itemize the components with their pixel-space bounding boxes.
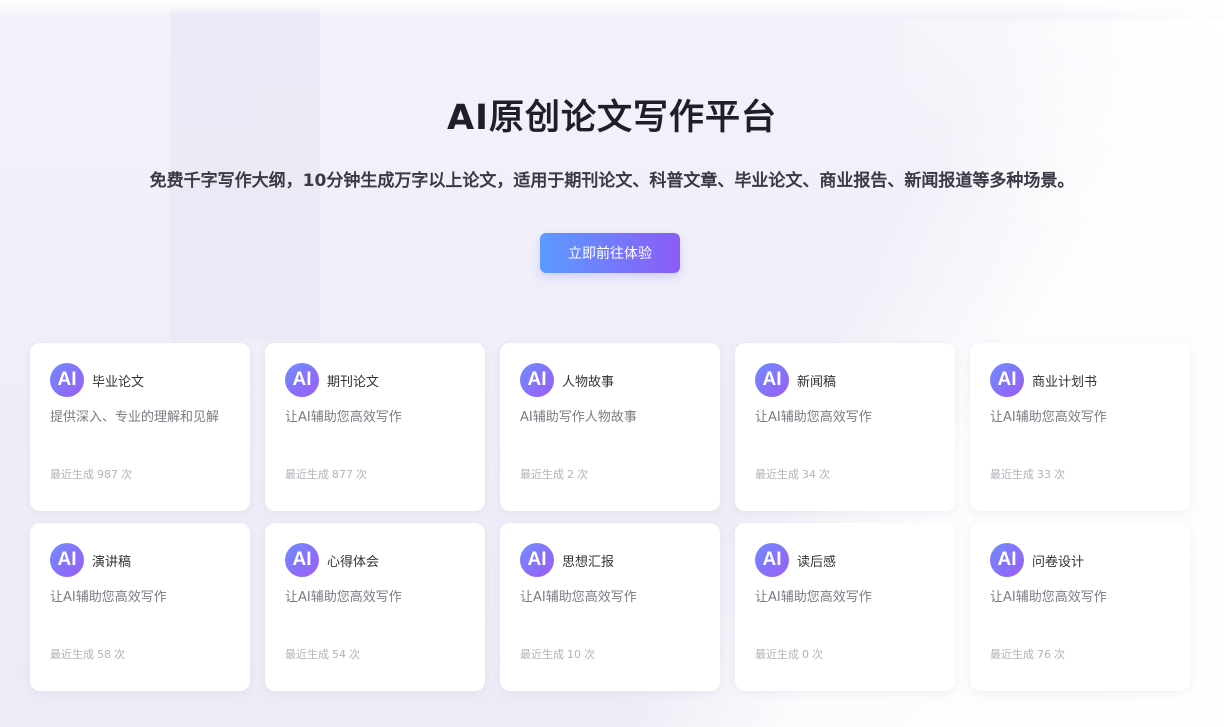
ai-badge-icon: AI (285, 363, 319, 397)
ai-badge-icon: AI (520, 543, 554, 577)
card-header: AI 期刊论文 (285, 363, 469, 397)
card-description: 让AI辅助您高效写作 (285, 410, 402, 425)
card-header: AI 思想汇报 (520, 543, 704, 577)
count-prefix: 最近生成 (50, 648, 94, 661)
card-header: AI 读后感 (755, 543, 939, 577)
count-number: 877 (332, 468, 353, 481)
card-title: 演讲稿 (92, 554, 132, 570)
count-suffix: 次 (812, 648, 823, 661)
ai-badge-icon: AI (520, 363, 554, 397)
count-suffix: 次 (349, 648, 360, 661)
card-description: AI辅助写作人物故事 (520, 410, 637, 425)
card-description: 让AI辅助您高效写作 (285, 590, 402, 605)
count-suffix: 次 (819, 468, 830, 481)
card-press-release[interactable]: AI 新闻稿 让AI辅助您高效写作 最近生成 34 次 (735, 343, 955, 511)
card-usage-count: 最近生成 10 次 (520, 646, 595, 662)
ai-badge-icon: AI (50, 363, 84, 397)
card-header: AI 人物故事 (520, 363, 704, 397)
card-usage-count: 最近生成 0 次 (755, 646, 823, 662)
page-title: AI原创论文写作平台 (446, 98, 778, 138)
page-subtitle: 免费千字写作大纲，10分钟生成万字以上论文，适用于期刊论文、科普文章、毕业论文、… (149, 171, 1075, 191)
count-number: 987 (97, 468, 118, 481)
card-header: AI 问卷设计 (990, 543, 1174, 577)
card-usage-count: 最近生成 987 次 (50, 466, 132, 482)
card-title: 问卷设计 (1032, 554, 1085, 570)
count-suffix: 次 (1054, 468, 1065, 481)
card-description: 让AI辅助您高效写作 (755, 590, 872, 605)
count-prefix: 最近生成 (520, 648, 564, 661)
count-suffix: 次 (584, 648, 595, 661)
card-speech-draft[interactable]: AI 演讲稿 让AI辅助您高效写作 最近生成 58 次 (30, 523, 250, 691)
card-header: AI 新闻稿 (755, 363, 939, 397)
count-prefix: 最近生成 (50, 468, 94, 481)
top-bar (0, 0, 1224, 14)
card-header: AI 心得体会 (285, 543, 469, 577)
count-prefix: 最近生成 (520, 468, 564, 481)
count-suffix: 次 (1054, 648, 1065, 661)
count-suffix: 次 (121, 468, 132, 481)
card-business-plan[interactable]: AI 商业计划书 让AI辅助您高效写作 最近生成 33 次 (970, 343, 1190, 511)
ai-badge-icon: AI (990, 543, 1024, 577)
card-description: 让AI辅助您高效写作 (990, 590, 1107, 605)
card-title: 人物故事 (562, 374, 615, 390)
card-usage-count: 最近生成 54 次 (285, 646, 360, 662)
card-description: 提供深入、专业的理解和见解 (50, 410, 220, 425)
card-description: 让AI辅助您高效写作 (990, 410, 1107, 425)
count-prefix: 最近生成 (285, 468, 329, 481)
card-character-story[interactable]: AI 人物故事 AI辅助写作人物故事 最近生成 2 次 (500, 343, 720, 511)
count-suffix: 次 (114, 648, 125, 661)
card-description: 让AI辅助您高效写作 (520, 590, 637, 605)
count-number: 34 (802, 468, 816, 481)
card-title: 思想汇报 (562, 554, 615, 570)
count-suffix: 次 (577, 468, 588, 481)
ai-badge-icon: AI (755, 363, 789, 397)
card-ideological-report[interactable]: AI 思想汇报 让AI辅助您高效写作 最近生成 10 次 (500, 523, 720, 691)
card-usage-count: 最近生成 76 次 (990, 646, 1065, 662)
card-header: AI 演讲稿 (50, 543, 234, 577)
card-description: 让AI辅助您高效写作 (755, 410, 872, 425)
card-header: AI 商业计划书 (990, 363, 1174, 397)
card-description: 让AI辅助您高效写作 (50, 590, 167, 605)
ai-badge-icon: AI (285, 543, 319, 577)
card-journal-paper[interactable]: AI 期刊论文 让AI辅助您高效写作 最近生成 877 次 (265, 343, 485, 511)
card-usage-count: 最近生成 34 次 (755, 466, 830, 482)
card-title: 期刊论文 (327, 374, 380, 390)
count-number: 33 (1037, 468, 1051, 481)
card-usage-count: 最近生成 2 次 (520, 466, 588, 482)
card-usage-count: 最近生成 877 次 (285, 466, 367, 482)
card-reflections[interactable]: AI 心得体会 让AI辅助您高效写作 最近生成 54 次 (265, 523, 485, 691)
count-prefix: 最近生成 (755, 468, 799, 481)
count-prefix: 最近生成 (990, 468, 1034, 481)
card-title: 新闻稿 (797, 374, 837, 390)
card-title: 心得体会 (327, 554, 380, 570)
card-title: 商业计划书 (1032, 374, 1098, 390)
card-header: AI 毕业论文 (50, 363, 234, 397)
card-book-review[interactable]: AI 读后感 让AI辅助您高效写作 最近生成 0 次 (735, 523, 955, 691)
card-title: 毕业论文 (92, 374, 145, 390)
count-prefix: 最近生成 (755, 648, 799, 661)
count-prefix: 最近生成 (990, 648, 1034, 661)
try-now-button[interactable]: 立即前往体验 (540, 233, 680, 273)
count-number: 2 (567, 468, 574, 481)
ai-badge-icon: AI (755, 543, 789, 577)
count-number: 10 (567, 648, 581, 661)
card-usage-count: 最近生成 33 次 (990, 466, 1065, 482)
ai-badge-icon: AI (50, 543, 84, 577)
ai-badge-icon: AI (990, 363, 1024, 397)
writing-type-grid: AI 毕业论文 提供深入、专业的理解和见解 最近生成 987 次 AI 期刊论文 让… (30, 343, 1194, 691)
count-suffix: 次 (356, 468, 367, 481)
card-title: 读后感 (797, 554, 837, 570)
count-number: 76 (1037, 648, 1051, 661)
card-usage-count: 最近生成 58 次 (50, 646, 125, 662)
count-number: 0 (802, 648, 809, 661)
count-number: 58 (97, 648, 111, 661)
card-graduation-thesis[interactable]: AI 毕业论文 提供深入、专业的理解和见解 最近生成 987 次 (30, 343, 250, 511)
card-questionnaire-design[interactable]: AI 问卷设计 让AI辅助您高效写作 最近生成 76 次 (970, 523, 1190, 691)
count-number: 54 (332, 648, 346, 661)
count-prefix: 最近生成 (285, 648, 329, 661)
